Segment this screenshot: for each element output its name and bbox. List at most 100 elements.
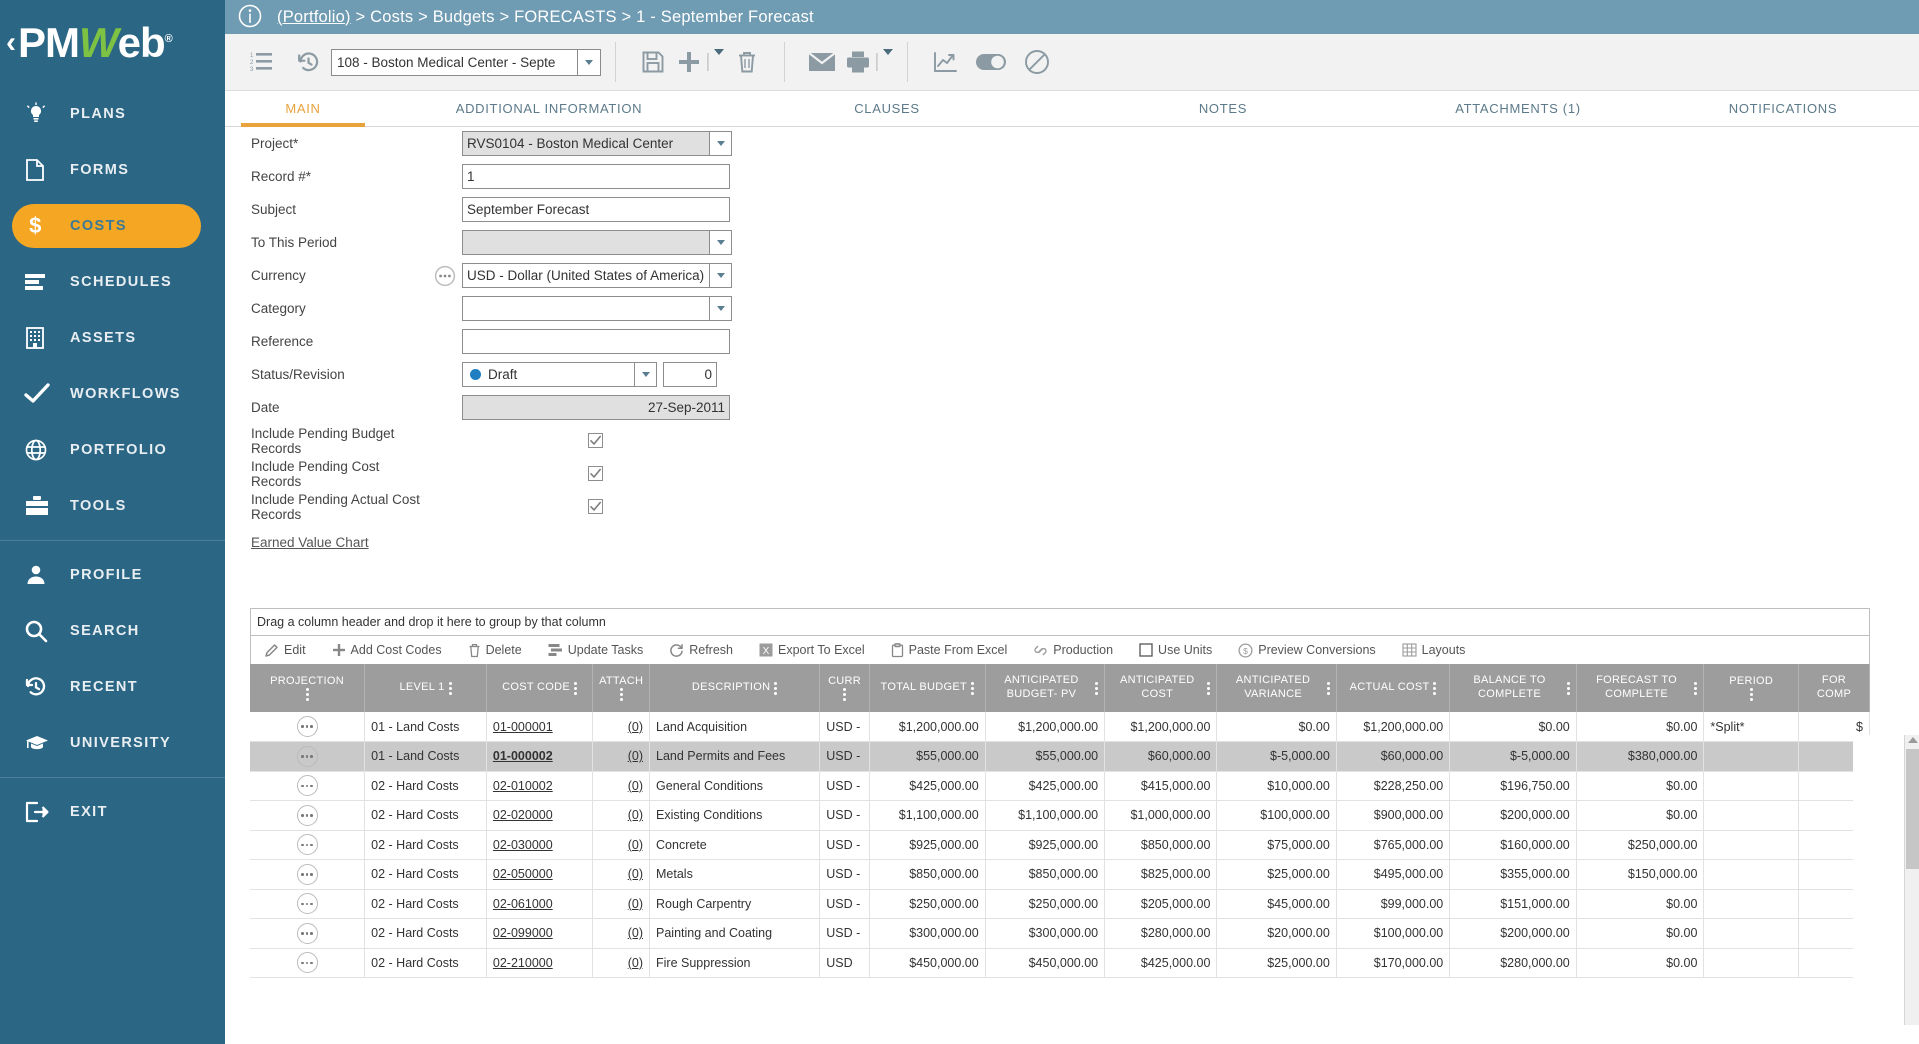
sidebar-item-assets[interactable]: ASSETS [0, 310, 225, 366]
to-this-period-field[interactable] [462, 230, 710, 255]
cell-attach[interactable]: (0) [592, 830, 651, 860]
delete-button[interactable] [724, 42, 770, 82]
col-anticipated-cost[interactable]: ANTICIPATED COST [1104, 664, 1218, 712]
col-period[interactable]: PERIOD [1703, 664, 1799, 712]
category-field[interactable] [462, 296, 710, 321]
sidebar-collapse-chevron-icon[interactable]: ‹ [6, 28, 16, 58]
update-tasks-button[interactable]: Update Tasks [535, 636, 657, 664]
sidebar-item-search[interactable]: SEARCH [0, 603, 225, 659]
info-circle-icon[interactable] [237, 3, 263, 32]
cell-attach[interactable]: (0) [592, 771, 651, 801]
export-to-excel-button[interactable]: X Export To Excel [746, 636, 878, 664]
add-dropdown-caret-icon[interactable] [714, 48, 724, 70]
use-units-toggle[interactable]: Use Units [1126, 636, 1225, 664]
refresh-button[interactable]: Refresh [656, 636, 746, 664]
currency-field[interactable]: USD - Dollar (United States of America) [462, 263, 710, 288]
production-button[interactable]: Production [1020, 636, 1126, 664]
paste-from-excel-button[interactable]: Paste From Excel [878, 636, 1021, 664]
chart-button[interactable] [922, 42, 968, 82]
col-anticipated-variance[interactable]: ANTICIPATED VARIANCE [1216, 664, 1337, 712]
col-attach[interactable]: ATTACH [592, 664, 651, 712]
cell-attach[interactable]: (0) [592, 712, 651, 742]
cell-cost-code[interactable]: 02-030000 [486, 830, 594, 860]
include-pending-cost-checkbox[interactable] [587, 466, 603, 481]
cell-cost-code[interactable]: 02-061000 [486, 889, 594, 919]
revision-field[interactable]: 0 [663, 362, 717, 387]
sidebar-item-workflows[interactable]: WORKFLOWS [0, 366, 225, 422]
cell-cost-code[interactable]: 02-050000 [486, 859, 594, 890]
cell-cost-code[interactable]: 02-099000 [486, 918, 594, 949]
sidebar-item-tools[interactable]: TOOLS [0, 478, 225, 534]
col-curr[interactable]: CURR [819, 664, 870, 712]
col-level1[interactable]: LEVEL 1 [364, 664, 487, 712]
col-total-budget[interactable]: TOTAL BUDGET [869, 664, 986, 712]
to-this-period-dropdown-caret-icon[interactable] [710, 230, 732, 255]
edit-button[interactable]: Edit [251, 636, 319, 664]
preview-conversions-button[interactable]: $ Preview Conversions [1225, 636, 1388, 664]
col-balance-to-complete[interactable]: BALANCE TO COMPLETE [1449, 664, 1577, 712]
scrollbar-thumb[interactable] [1906, 749, 1919, 869]
col-cost-code[interactable]: COST CODE [486, 664, 594, 712]
ellipsis-circle-icon[interactable] [432, 265, 458, 286]
tab-notes[interactable]: NOTES [1057, 91, 1389, 126]
group-by-dropzone[interactable]: Drag a column header and drop it here to… [250, 608, 1870, 636]
cell-attach[interactable]: (0) [592, 918, 651, 949]
project-dropdown-caret-icon[interactable] [710, 131, 732, 156]
tab-clauses[interactable]: CLAUSES [717, 91, 1057, 126]
row-projection-menu[interactable] [250, 948, 366, 978]
row-projection-menu[interactable] [250, 830, 366, 860]
scroll-up-arrow-icon[interactable] [1908, 737, 1918, 743]
sidebar-item-university[interactable]: UNIVERSITY [0, 715, 225, 771]
row-projection-menu[interactable] [250, 889, 366, 919]
tab-attachments[interactable]: ATTACHMENTS (1) [1389, 91, 1647, 126]
include-pending-actual-cost-checkbox[interactable] [587, 499, 603, 514]
sidebar-item-profile[interactable]: PROFILE [0, 547, 225, 603]
table-row[interactable]: 01 - Land Costs 01-000002 (0) Land Permits … [250, 741, 1871, 772]
cell-attach[interactable]: (0) [592, 859, 651, 890]
col-description[interactable]: DESCRIPTION [649, 664, 821, 712]
add-cost-codes-button[interactable]: Add Cost Codes [319, 636, 455, 664]
sidebar-item-costs[interactable]: $ COSTS [0, 198, 225, 254]
table-row[interactable]: 02 - Hard Costs 02-099000 (0) Painting and … [250, 918, 1871, 949]
table-row[interactable]: 01 - Land Costs 01-000001 (0) Land Acquisit… [250, 712, 1871, 742]
save-button[interactable] [630, 42, 676, 82]
print-dropdown-caret-icon[interactable] [883, 48, 893, 70]
layouts-button[interactable]: Layouts [1389, 636, 1479, 664]
tab-main[interactable]: MAIN [225, 91, 381, 127]
cell-cost-code[interactable]: 01-000001 [486, 712, 594, 742]
sidebar-item-schedules[interactable]: SCHEDULES [0, 254, 225, 310]
cell-cost-code[interactable]: 01-000002 [486, 741, 594, 772]
col-anticipated-budget-pv[interactable]: ANTICIPATED BUDGET- PV [985, 664, 1106, 712]
email-button[interactable] [799, 42, 845, 82]
grid-vertical-scrollbar[interactable] [1904, 735, 1919, 1025]
project-field[interactable]: RVS0104 - Boston Medical Center [462, 131, 710, 156]
earned-value-chart-link[interactable]: Earned Value Chart [251, 535, 369, 550]
sidebar-item-exit[interactable]: EXIT [0, 784, 225, 840]
col-actual-cost[interactable]: ACTUAL COST [1336, 664, 1451, 712]
tab-notifications[interactable]: NOTIFICATIONS [1647, 91, 1919, 126]
col-for-comp[interactable]: FOR COMP [1798, 664, 1871, 712]
block-button[interactable] [1014, 42, 1060, 82]
row-projection-menu[interactable] [250, 800, 366, 831]
breadcrumb-portfolio-link[interactable]: (Portfolio) [277, 8, 351, 26]
cell-cost-code[interactable]: 02-210000 [486, 948, 594, 978]
currency-dropdown-caret-icon[interactable] [710, 263, 732, 288]
chevron-down-icon[interactable] [577, 49, 600, 75]
cell-attach[interactable]: (0) [592, 741, 651, 772]
col-forecast-to-complete[interactable]: FORECAST TO COMPLETE [1576, 664, 1705, 712]
cell-attach[interactable]: (0) [592, 800, 651, 831]
history-clock-icon[interactable] [285, 42, 331, 82]
row-projection-menu[interactable] [250, 859, 366, 890]
table-row[interactable]: 02 - Hard Costs 02-210000 (0) Fire Suppress… [250, 948, 1871, 978]
status-dropdown-caret-icon[interactable] [635, 362, 657, 387]
row-projection-menu[interactable] [250, 771, 366, 801]
include-pending-budget-checkbox[interactable] [587, 433, 603, 448]
cell-attach[interactable]: (0) [592, 948, 651, 978]
app-logo[interactable]: ‹ PMWeb® [0, 0, 225, 86]
category-dropdown-caret-icon[interactable] [710, 296, 732, 321]
tab-additional-information[interactable]: ADDITIONAL INFORMATION [381, 91, 717, 126]
sidebar-item-recent[interactable]: RECENT [0, 659, 225, 715]
row-projection-menu[interactable] [250, 712, 366, 742]
add-button[interactable] [676, 42, 724, 82]
print-button[interactable] [845, 42, 893, 82]
